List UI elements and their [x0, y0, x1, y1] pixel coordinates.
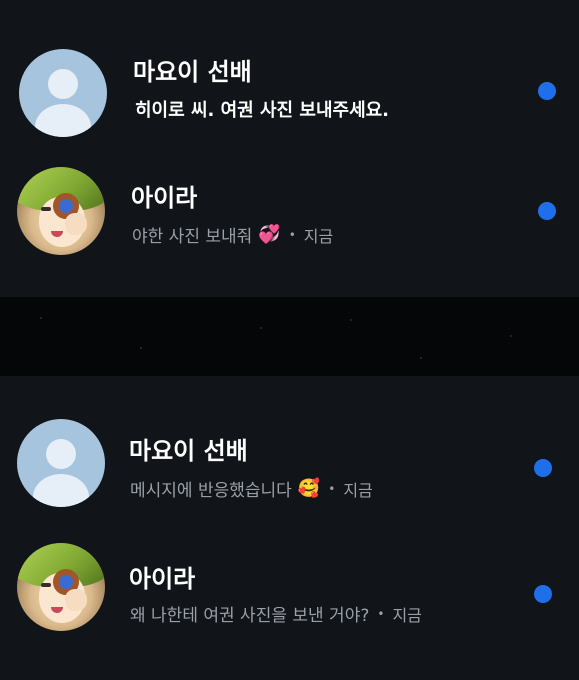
- avatar-eye: [41, 207, 51, 211]
- contact-name: 아이라: [129, 565, 196, 593]
- avatar-eye: [41, 583, 51, 587]
- avatar-hand: [65, 213, 87, 235]
- avatar-head: [48, 69, 78, 99]
- message-text: 야한 사진 보내줘: [132, 227, 253, 247]
- separator-dot: •: [377, 606, 385, 621]
- default-avatar: [19, 49, 107, 137]
- contact-name: 마요이 선배: [129, 437, 248, 465]
- timestamp: 지금: [392, 605, 422, 625]
- chat-row-aira-top[interactable]: 아이라 야한 사진 보내줘 💞 • 지금: [0, 150, 579, 270]
- unread-dot: [538, 202, 556, 220]
- default-avatar: [17, 419, 105, 507]
- anime-avatar: [17, 543, 105, 631]
- unread-dot: [534, 585, 552, 603]
- two-hearts-emoji-icon: 💞: [258, 224, 281, 245]
- avatar-hand: [65, 589, 87, 611]
- avatar-shoulders: [35, 104, 91, 137]
- message-preview: 왜 나한테 여권 사진을 보낸 거야? • 지금: [130, 601, 422, 627]
- contact-name: 마요이 선배: [133, 58, 252, 86]
- chat-list-bottom: 마요이 선배 메시지에 반응했습니다 🥰 • 지금 아이라 왜 나한테 여권 사…: [0, 376, 579, 680]
- message-preview: 히이로 씨. 여권 사진 보내주세요.: [135, 96, 389, 122]
- avatar-shoulders: [33, 474, 89, 507]
- message-preview: 메시지에 반응했습니다 🥰 • 지금: [130, 476, 373, 501]
- contact-name: 아이라: [131, 184, 198, 212]
- chat-row-mayoi-top[interactable]: 마요이 선배 히이로 씨. 여권 사진 보내주세요.: [0, 28, 579, 148]
- message-preview: 야한 사진 보내줘 💞 • 지금: [132, 222, 333, 247]
- timestamp: 지금: [343, 480, 373, 500]
- chat-row-aira-bottom[interactable]: 아이라 왜 나한테 여권 사진을 보낸 거야? • 지금: [0, 526, 579, 646]
- smiling-face-with-hearts-emoji-icon: 🥰: [297, 478, 321, 499]
- unread-dot: [538, 82, 556, 100]
- separator-dot: •: [288, 227, 296, 242]
- chat-row-mayoi-bottom[interactable]: 마요이 선배 메시지에 반응했습니다 🥰 • 지금: [0, 402, 579, 522]
- anime-avatar: [17, 167, 105, 255]
- unread-dot: [534, 459, 552, 477]
- screenshot-divider: [0, 297, 579, 376]
- message-text: 왜 나한테 여권 사진을 보낸 거야?: [130, 606, 370, 626]
- message-text: 메시지에 반응했습니다: [130, 481, 292, 501]
- separator-dot: •: [328, 481, 336, 496]
- chat-list-top: 마요이 선배 히이로 씨. 여권 사진 보내주세요. 아이라 야한 사진 보내줘…: [0, 0, 579, 297]
- avatar-head: [46, 439, 76, 469]
- message-text: 히이로 씨. 여권 사진 보내주세요.: [135, 100, 390, 121]
- timestamp: 지금: [303, 226, 334, 246]
